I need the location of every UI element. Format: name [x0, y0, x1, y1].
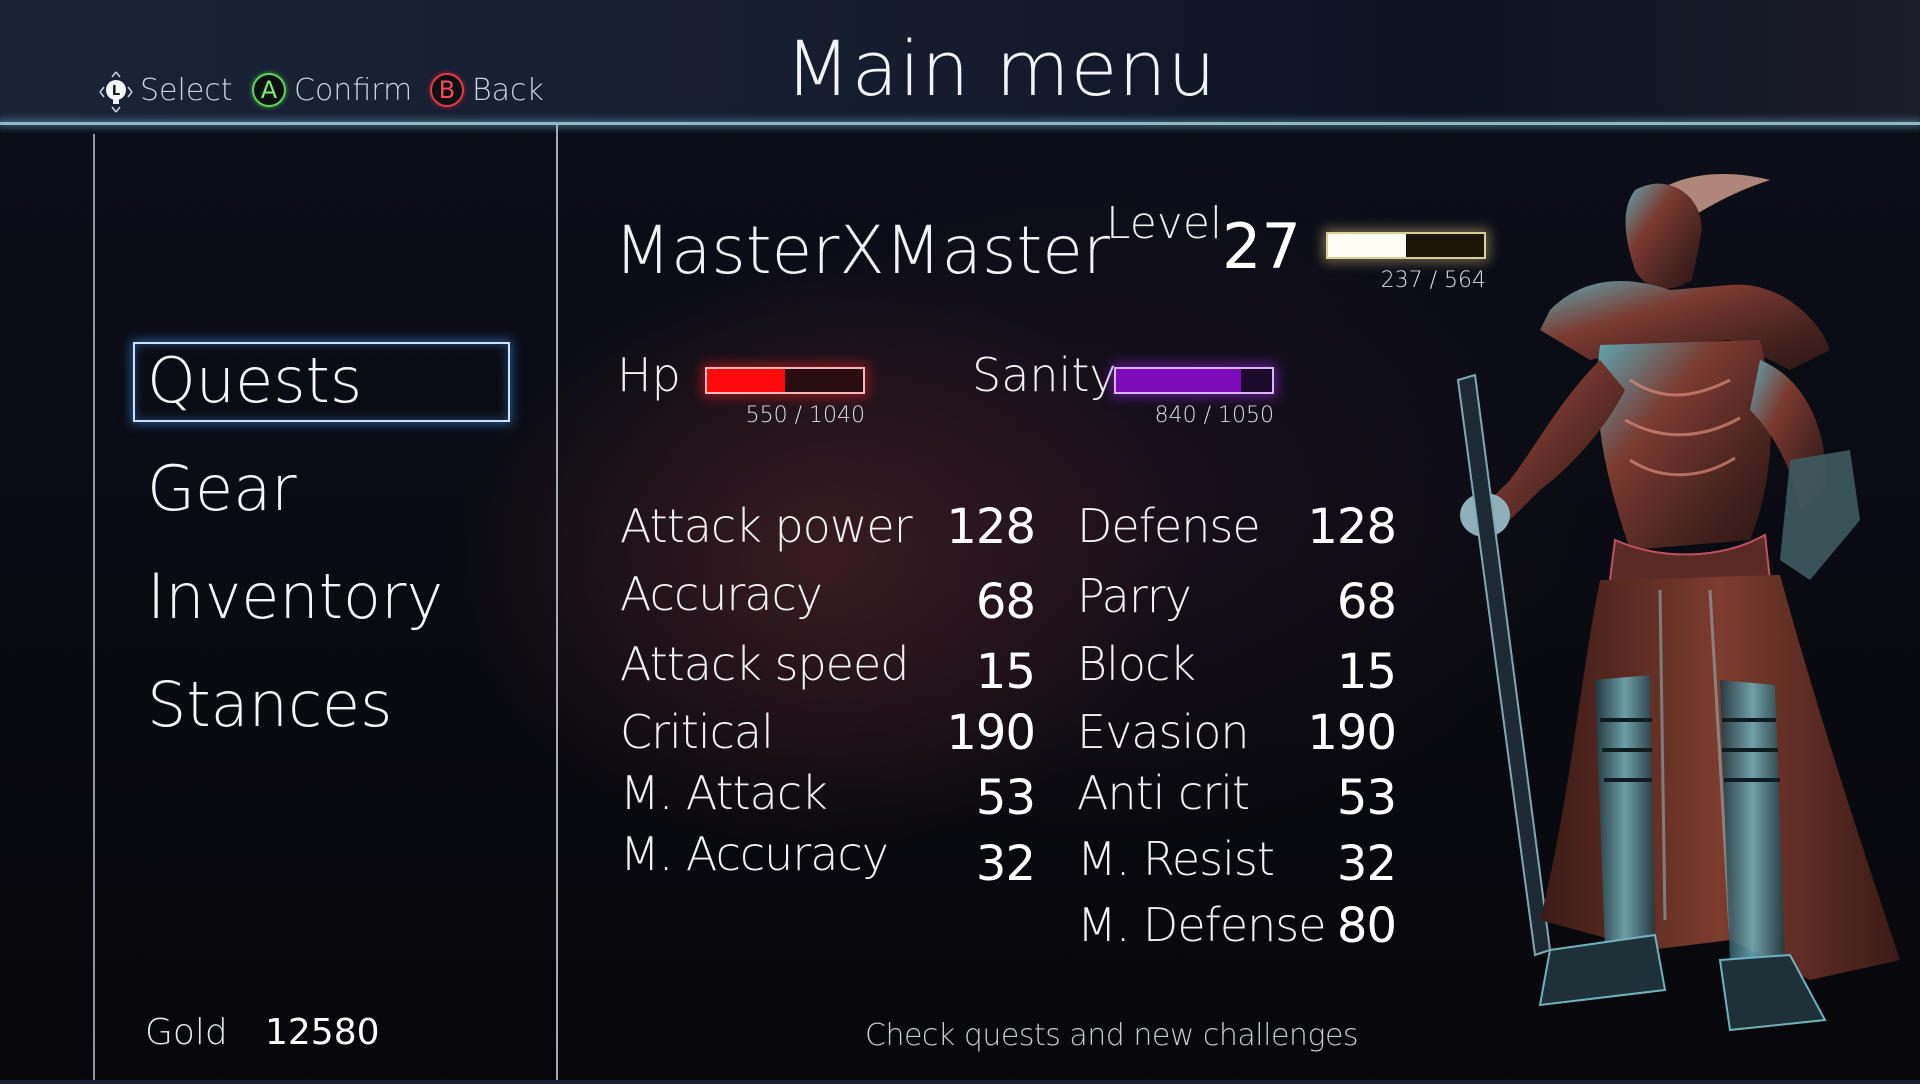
gold-label: Gold [145, 1012, 228, 1053]
left-stick-icon: L [96, 70, 133, 113]
stat-label: Evasion [1077, 705, 1250, 759]
hint-back-label: Back [472, 72, 544, 108]
stat-label: Parry [1077, 569, 1192, 623]
hp-bar [705, 367, 865, 394]
stat-label: M. Resist [1077, 832, 1275, 886]
level-label: Level [1106, 198, 1223, 249]
menu-item-inventory[interactable]: Inventory [147, 566, 443, 628]
stat-value: 190 [946, 705, 1036, 761]
character-name: MasterXMaster [614, 212, 1110, 289]
page-title: Main menu [785, 24, 1217, 113]
hp-label: Hp [617, 348, 681, 402]
armored-warrior-illustration [1456, 174, 1900, 1032]
stat-value: 53 [975, 770, 1036, 826]
stat-value: 190 [1307, 705, 1397, 761]
level-value: 27 [1222, 210, 1301, 283]
hp-bar-fill [707, 369, 785, 392]
stat-value: 15 [975, 644, 1036, 700]
stat-value: 32 [975, 836, 1036, 892]
stick-glyph: L [112, 84, 120, 99]
sanity-label: Sanity [972, 348, 1117, 402]
stat-value: 68 [975, 574, 1036, 630]
stat-label: Block [1077, 637, 1196, 691]
character-model [1430, 160, 1920, 1080]
b-button-icon: B [430, 73, 464, 107]
hint-back: B Back [430, 72, 544, 108]
hp-text: 550 / 1040 [745, 403, 865, 428]
a-button-icon: A [252, 73, 286, 107]
stat-label: Accuracy [620, 567, 823, 621]
stat-label: Attack speed [620, 637, 909, 691]
stat-value: 128 [946, 499, 1036, 555]
sanity-bar-fill [1116, 369, 1241, 392]
sidebar-left-border [93, 134, 95, 1080]
gold-value: 12580 [265, 1012, 380, 1053]
hint-select-label: Select [140, 72, 233, 108]
sanity-text: 840 / 1050 [1154, 403, 1274, 428]
stat-value: 68 [1336, 574, 1397, 630]
stat-value: 15 [1336, 644, 1397, 700]
sidebar-right-border [556, 124, 558, 1080]
menu-item-quests[interactable]: Quests [147, 350, 362, 412]
stat-label: Attack power [620, 499, 913, 553]
xp-bar-fill [1328, 234, 1406, 257]
menu-description: Check quests and new challenges [865, 1018, 1359, 1053]
stat-label: M. Accuracy [620, 827, 889, 881]
menu-item-gear[interactable]: Gear [147, 458, 297, 520]
stat-label: Critical [620, 705, 774, 759]
sanity-bar [1114, 367, 1274, 394]
stat-value: 80 [1336, 898, 1397, 954]
stat-label: M. Attack [620, 766, 828, 820]
stat-value: 128 [1307, 499, 1397, 555]
hint-confirm: A Confirm [252, 72, 412, 108]
stat-value: 53 [1336, 770, 1397, 826]
hint-select: L Select [96, 70, 233, 113]
stat-label: Defense [1077, 499, 1261, 553]
hint-confirm-label: Confirm [294, 72, 413, 108]
menu-item-stances[interactable]: Stances [147, 674, 393, 736]
header-divider [0, 122, 1920, 125]
stat-value: 32 [1336, 836, 1397, 892]
stat-label: Anti crit [1077, 766, 1250, 820]
